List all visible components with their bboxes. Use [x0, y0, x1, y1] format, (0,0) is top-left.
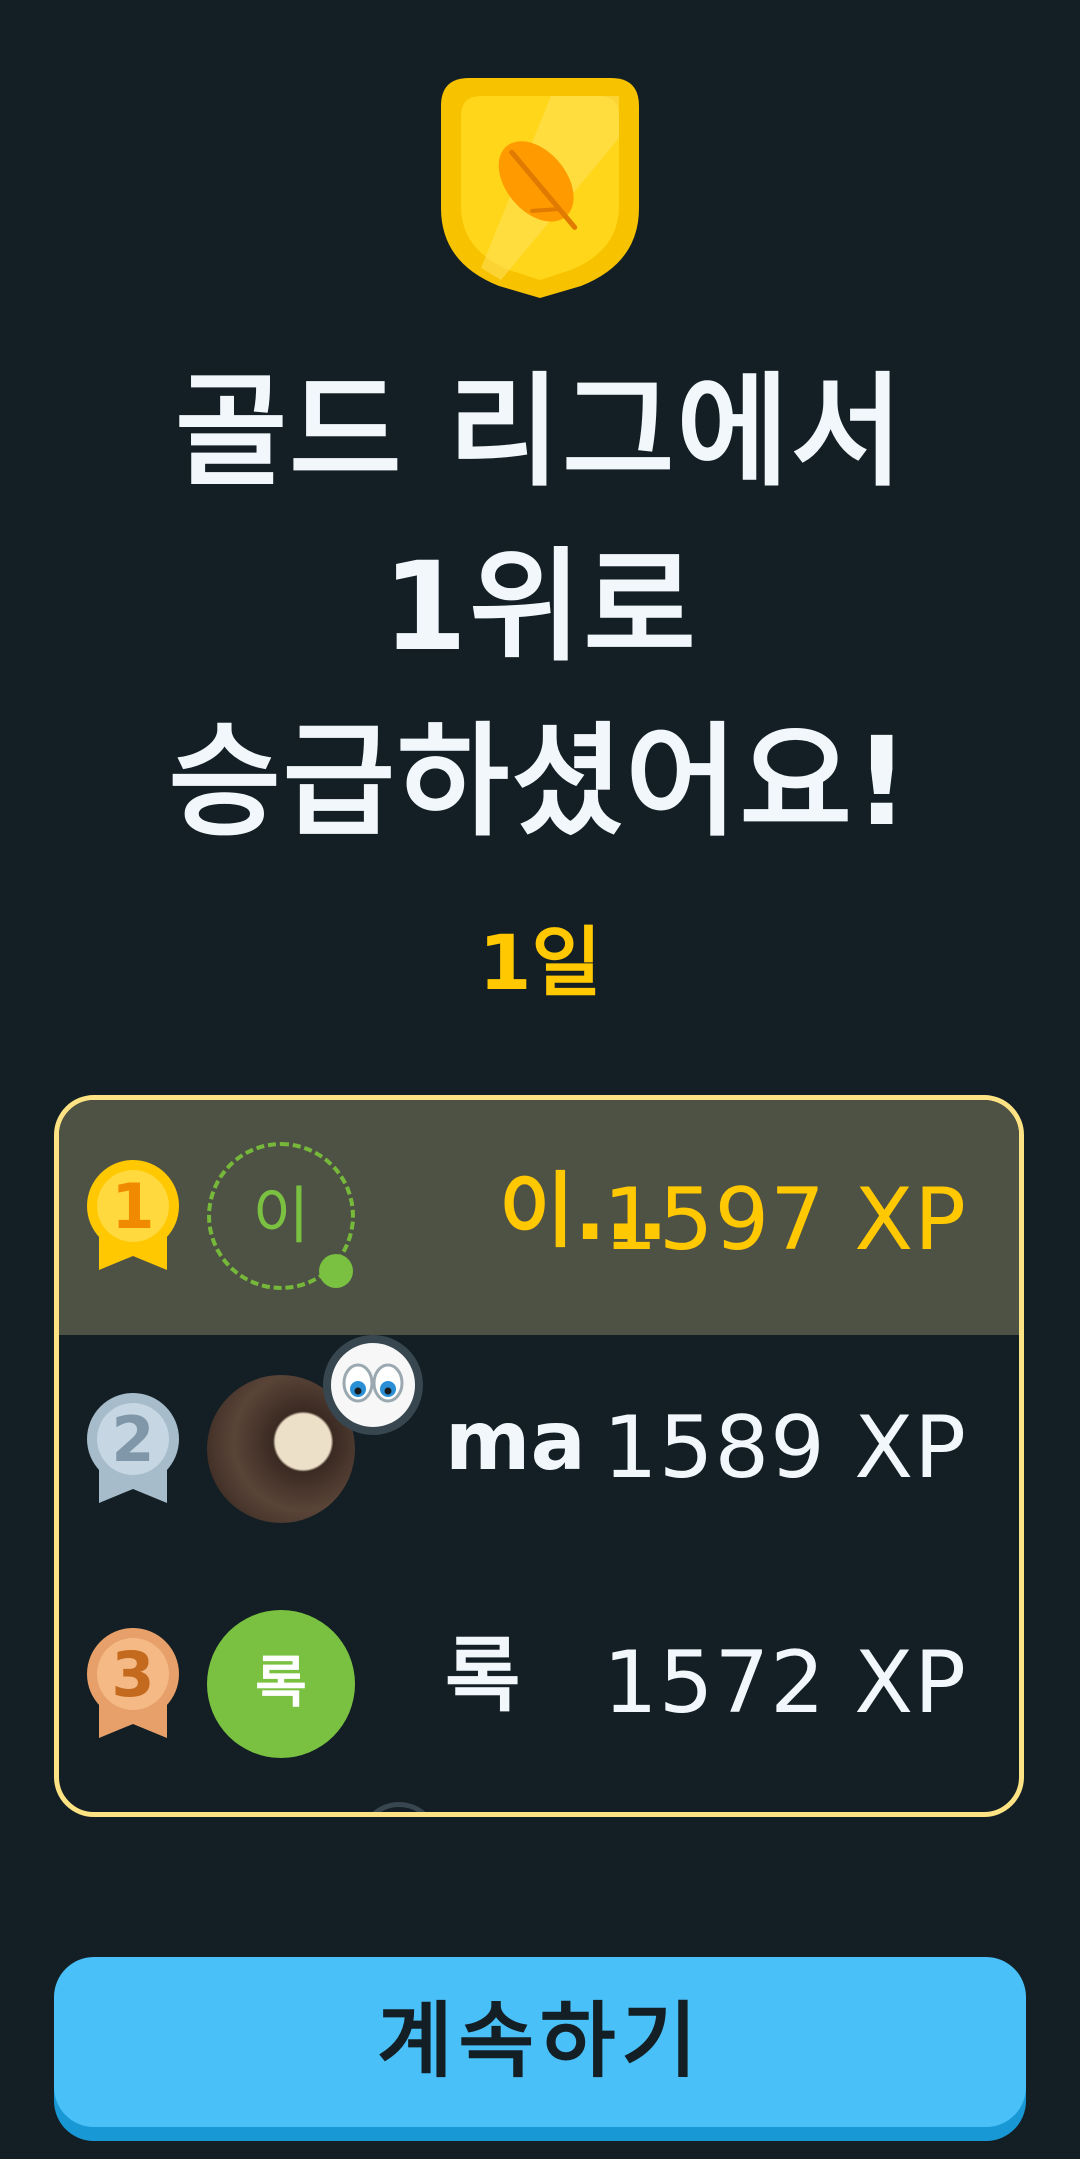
xp-score: 1597 XP [603, 1170, 967, 1270]
headline-line-2: 1위로 [382, 536, 698, 678]
leaderboard-row[interactable]: 3 록 록 1572 XP [59, 1570, 1019, 1802]
xp-score: 1589 XP [603, 1398, 967, 1498]
medal-rank-1: 1 [111, 1170, 154, 1243]
avatar-initial: 록 [255, 1651, 307, 1716]
eyes-emoji-icon [323, 1335, 423, 1435]
next-row-avatar-peek [359, 1802, 439, 1812]
silver-medal-icon: 2 [87, 1393, 179, 1503]
headline-line-1: 골드 리그에서 [175, 361, 905, 503]
leaderboard-row-current-user[interactable]: 1 이 이... 1597 XP [59, 1100, 1019, 1335]
medal-rank-3: 3 [111, 1638, 154, 1711]
gold-medal-icon: 1 [87, 1160, 179, 1270]
promotion-headline: 골드 리그에서 1위로 승급하셨어요! [40, 345, 1040, 870]
user-avatar[interactable]: 록 [207, 1610, 355, 1758]
medal-rank-2: 2 [111, 1403, 154, 1476]
continue-button[interactable]: 계속하기 [54, 1957, 1026, 2127]
online-status-dot [319, 1254, 353, 1288]
user-avatar[interactable]: 이 [207, 1142, 355, 1290]
xp-score: 1572 XP [603, 1633, 967, 1733]
bronze-medal-icon: 3 [87, 1628, 179, 1738]
headline-line-3: 승급하셨어요! [168, 711, 912, 853]
username: 록 [445, 1629, 521, 1724]
username: ma [445, 1394, 586, 1489]
leaderboard-row[interactable]: 2 ma 1589 XP [59, 1335, 1019, 1567]
days-left-label: 1일 [478, 918, 602, 1007]
gold-league-badge-icon [441, 78, 639, 298]
leaderboard: 1 이 이... 1597 XP 2 ma 1589 XP 3 록 록 1572… [54, 1095, 1024, 1817]
